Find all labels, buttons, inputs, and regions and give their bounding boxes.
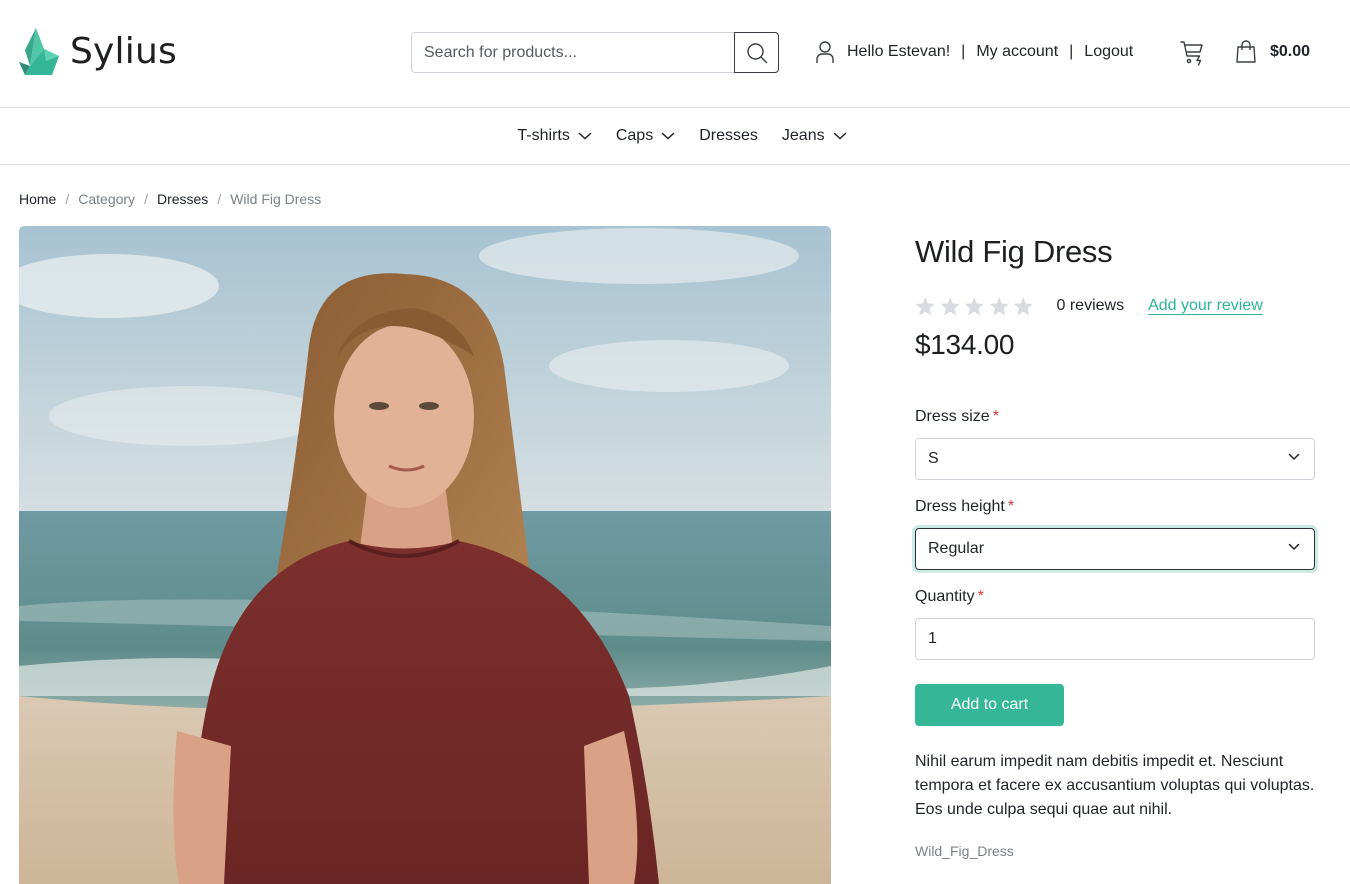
main-navigation: T-shirts Caps Dresses Jeans (0, 108, 1350, 165)
quantity-label: Quantity * (915, 588, 984, 606)
search-input[interactable] (412, 33, 734, 72)
breadcrumb-category: Category (78, 191, 136, 207)
dress-height-select[interactable]: Regular (915, 528, 1315, 570)
nav-item-tshirts[interactable]: T-shirts (517, 127, 592, 145)
nav-label: Caps (615, 127, 654, 144)
user-greeting: Hello Estevan! (847, 43, 951, 60)
breadcrumb-separator: / (144, 191, 148, 207)
nav-label: T-shirts (517, 127, 570, 144)
chevron-down-icon (1288, 543, 1300, 551)
product-image[interactable] (19, 226, 831, 884)
dress-size-select[interactable]: S (915, 438, 1315, 480)
chevron-down-icon (833, 132, 847, 140)
chevron-down-icon (1288, 453, 1300, 461)
dress-height-label: Dress height * (915, 498, 1014, 516)
nav-label: Dresses (699, 127, 758, 144)
search-form (411, 32, 779, 73)
sylius-logo[interactable]: Sylius (19, 28, 177, 76)
cart-flash-icon (1180, 41, 1203, 66)
breadcrumb-current: Wild Fig Dress (230, 191, 322, 207)
star-icon (1013, 297, 1033, 316)
add-review-link[interactable]: Add your review (1148, 297, 1263, 315)
product-price: $134.00 (915, 329, 1015, 360)
nav-item-caps[interactable]: Caps (616, 127, 675, 145)
label-text: Quantity (915, 588, 975, 605)
breadcrumb-home[interactable]: Home (19, 191, 56, 207)
separator: | (961, 43, 966, 60)
required-mark: * (977, 588, 984, 605)
quantity-input[interactable] (915, 618, 1315, 660)
site-header: Sylius Hello Estevan! | My account | Log… (0, 0, 1350, 108)
user-icon (815, 40, 835, 64)
star-icon (989, 297, 1009, 316)
my-account-link[interactable]: My account (976, 43, 1058, 61)
select-value: S (928, 450, 939, 467)
nav-item-jeans[interactable]: Jeans (782, 127, 847, 145)
cart-total: $0.00 (1270, 43, 1311, 60)
quick-cart-button[interactable] (1180, 40, 1206, 66)
required-mark: * (992, 408, 999, 425)
user-menu: Hello Estevan! | My account | Logout (815, 38, 1133, 66)
sylius-logo-icon (19, 28, 59, 75)
add-to-cart-button[interactable]: Add to cart (915, 684, 1064, 726)
product-description: Nihil earum impedit nam debitis impedit … (915, 753, 1315, 818)
product-details: Wild Fig Dress 0 reviews Add your review… (915, 226, 1315, 859)
brand-name: Sylius (70, 31, 177, 72)
shopping-bag-icon (1236, 40, 1256, 63)
breadcrumb: Home / Category / Dresses / Wild Fig Dre… (19, 191, 321, 207)
product-title: Wild Fig Dress (915, 234, 1113, 269)
search-button[interactable] (734, 32, 779, 73)
separator: | (1069, 43, 1074, 60)
review-count: 0 reviews (1056, 297, 1125, 314)
cart-button[interactable]: $0.00 (1235, 40, 1310, 64)
label-text: Dress height (915, 498, 1005, 515)
select-value: Regular (928, 540, 985, 557)
star-icon (915, 297, 935, 316)
label-text: Dress size (915, 408, 990, 425)
product-code: Wild_Fig_Dress (915, 843, 1014, 859)
search-icon (746, 42, 767, 63)
breadcrumb-dresses[interactable]: Dresses (157, 191, 208, 207)
nav-item-dresses[interactable]: Dresses (699, 127, 758, 145)
chevron-down-icon (661, 132, 675, 140)
breadcrumb-separator: / (65, 191, 70, 207)
logout-link[interactable]: Logout (1084, 43, 1133, 61)
star-icon (940, 297, 960, 316)
breadcrumb-separator: / (217, 191, 222, 207)
rating-row: 0 reviews Add your review (915, 296, 1263, 316)
dress-size-label: Dress size * (915, 408, 999, 426)
required-mark: * (1007, 498, 1015, 515)
chevron-down-icon (578, 132, 592, 140)
nav-label: Jeans (781, 127, 825, 144)
star-icon (964, 297, 984, 316)
rating-stars (915, 296, 1034, 316)
